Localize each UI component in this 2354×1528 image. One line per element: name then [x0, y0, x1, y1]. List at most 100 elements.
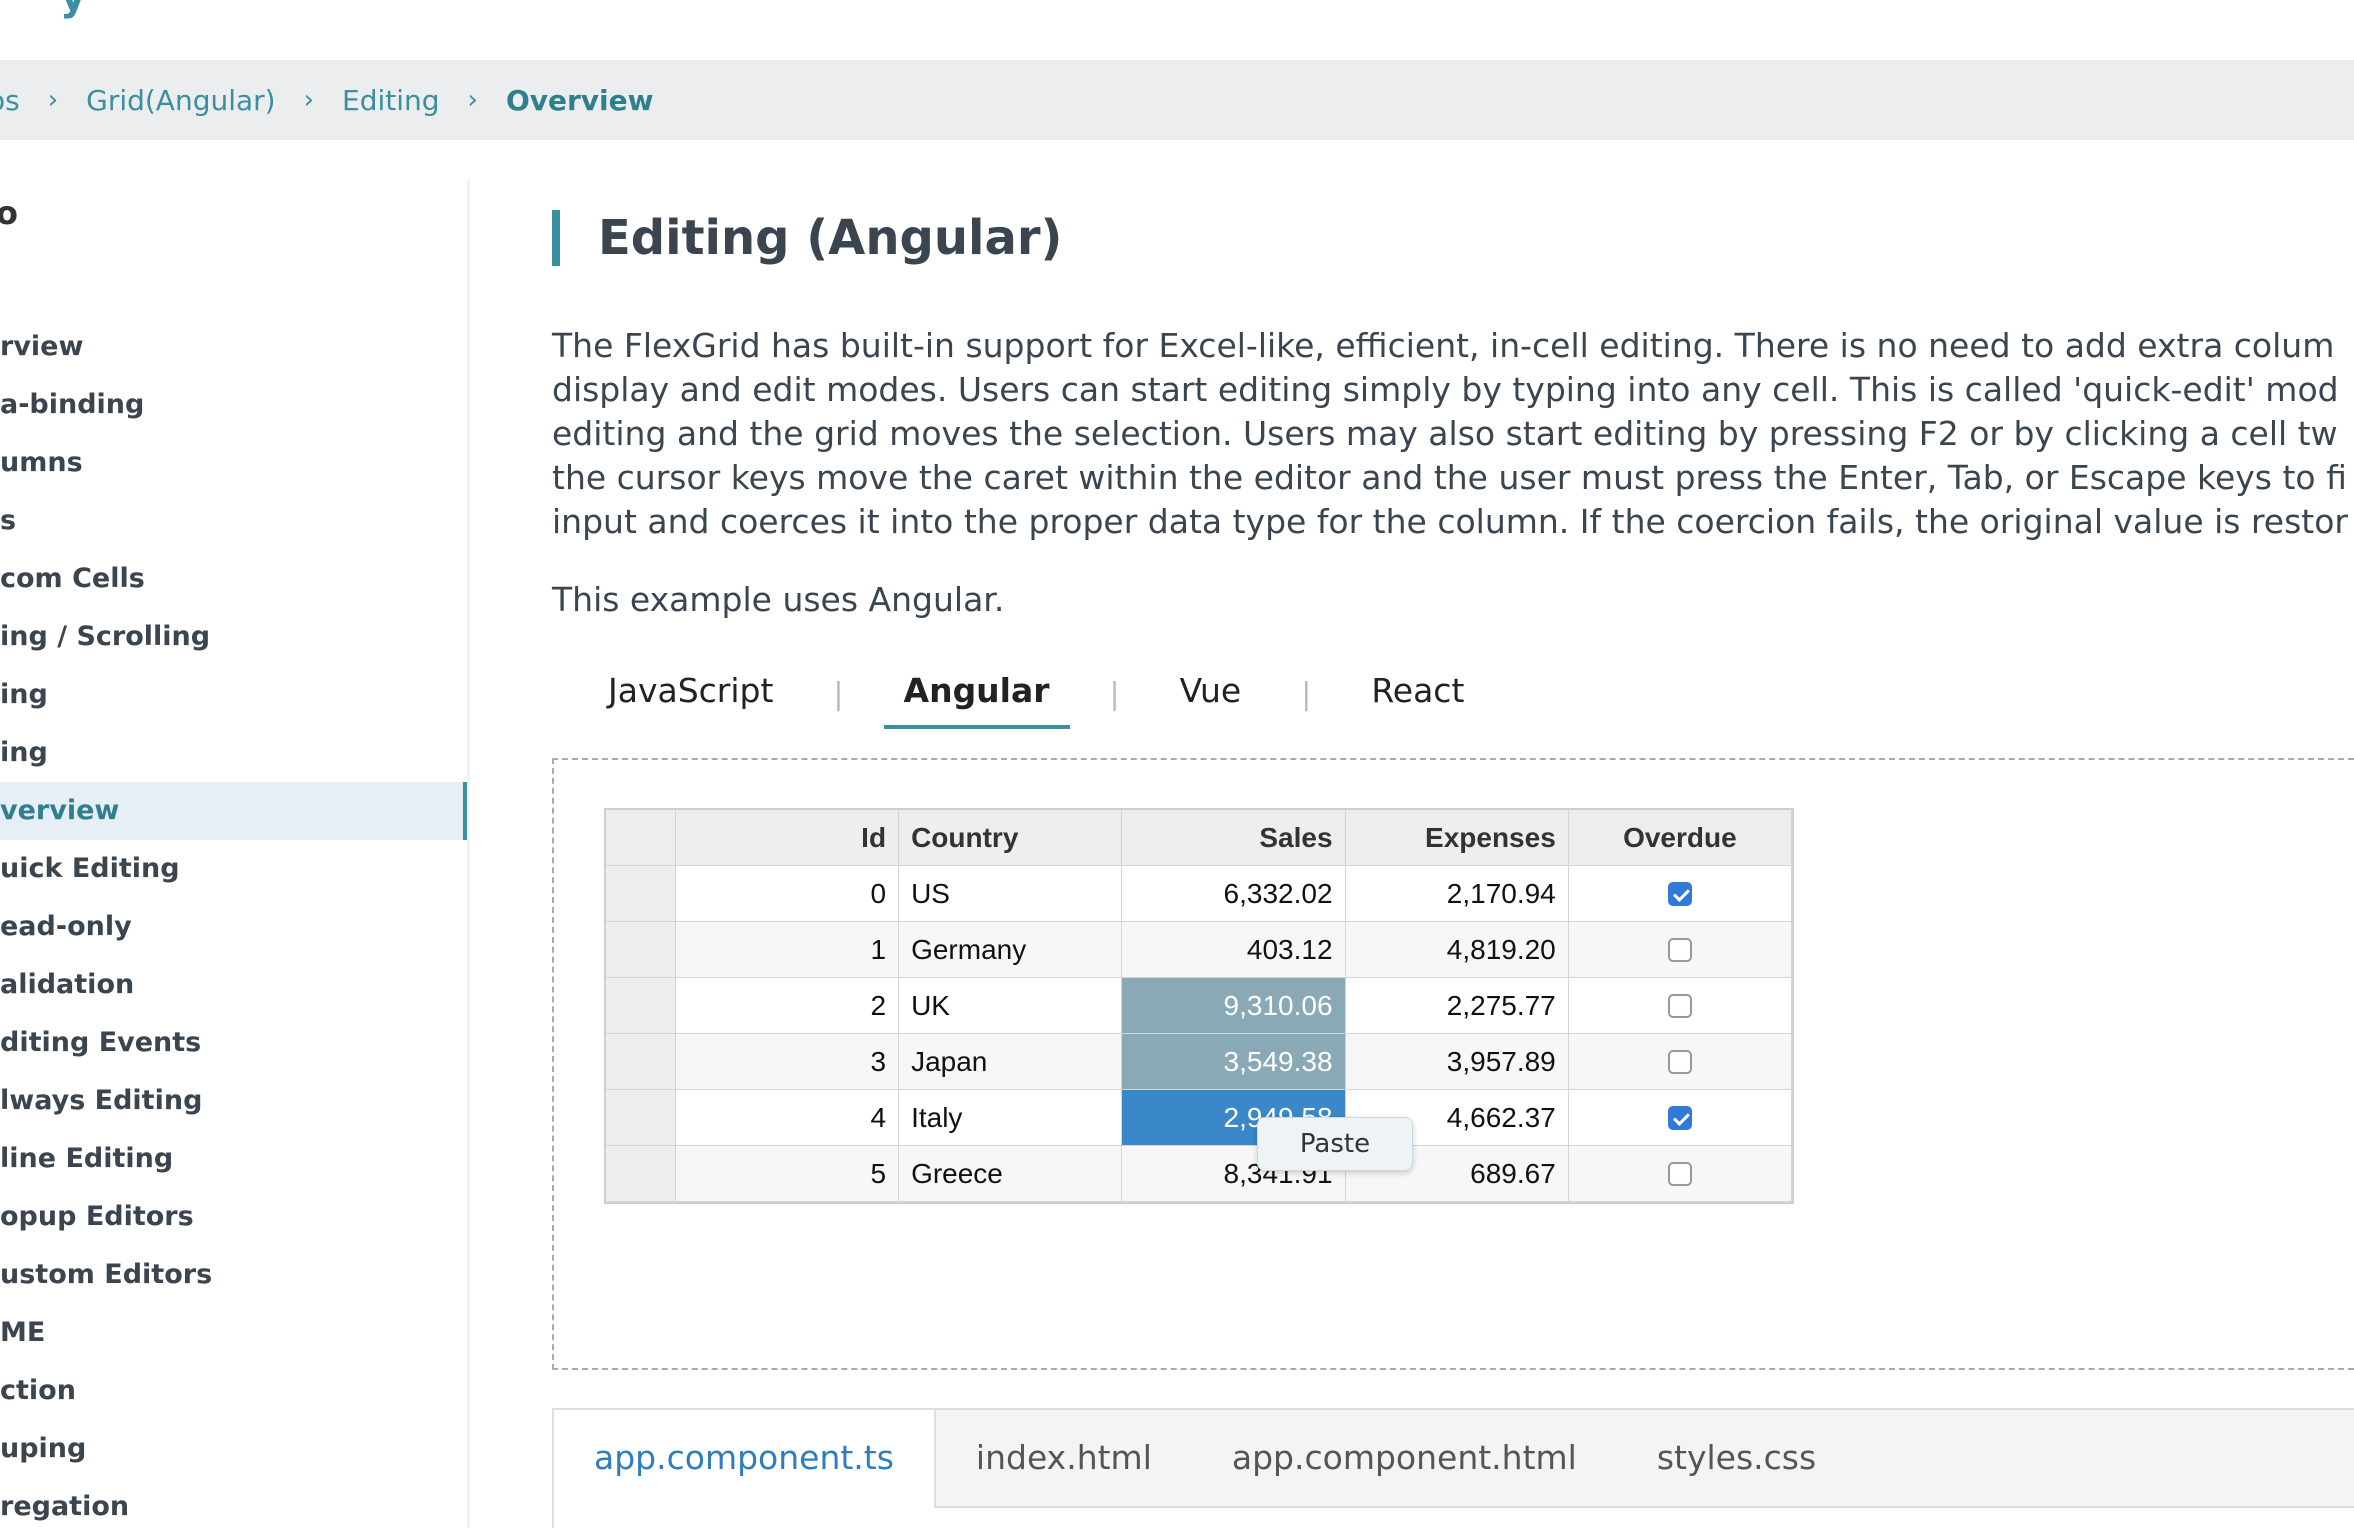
- cell-id[interactable]: 2: [675, 978, 900, 1034]
- breadcrumb-item-overview: Overview: [505, 83, 654, 117]
- overdue-checkbox[interactable]: [1667, 937, 1692, 962]
- sidebar-item[interactable]: a-binding: [0, 376, 467, 434]
- sidebar-item[interactable]: alidation: [0, 956, 467, 1014]
- row-header-cell[interactable]: [606, 1090, 676, 1146]
- column-header-overdue[interactable]: Overdue: [1568, 810, 1792, 866]
- intro-line: the cursor keys move the caret within th…: [552, 458, 2347, 497]
- cell-id[interactable]: 4: [675, 1090, 900, 1146]
- grid-row: 1 Germany 403.12 4,819.20: [606, 922, 1792, 978]
- overdue-checkbox[interactable]: [1667, 1161, 1692, 1186]
- sidebar-item[interactable]: regation: [0, 1478, 467, 1528]
- tab-react[interactable]: React: [1351, 659, 1484, 729]
- cell-sales[interactable]: 403.12: [1122, 922, 1346, 978]
- cell-id[interactable]: 0: [675, 866, 900, 922]
- cell-expenses[interactable]: 2,170.94: [1345, 866, 1569, 922]
- sidebar-item[interactable]: ction: [0, 1362, 467, 1420]
- cell-country[interactable]: Japan: [899, 1034, 1123, 1090]
- sidebar-item[interactable]: umns: [0, 434, 467, 492]
- overdue-checkbox[interactable]: [1667, 881, 1692, 906]
- cell-overdue[interactable]: [1568, 866, 1792, 922]
- cell-expenses[interactable]: 2,275.77: [1345, 978, 1569, 1034]
- context-menu-paste[interactable]: Paste: [1257, 1117, 1413, 1171]
- tab-index-html[interactable]: index.html: [936, 1410, 1192, 1508]
- cell-country[interactable]: US: [899, 866, 1123, 922]
- cell-overdue[interactable]: [1568, 1146, 1792, 1202]
- intro-line: display and edit modes. Users can start …: [552, 370, 2339, 409]
- cell-expenses[interactable]: 4,819.20: [1345, 922, 1569, 978]
- sidebar-item[interactable]: ing / Scrolling: [0, 608, 467, 666]
- row-header-cell[interactable]: [606, 866, 676, 922]
- sidebar-item-label: ing / Scrolling: [0, 621, 211, 652]
- tab-divider: |: [833, 676, 844, 712]
- sidebar-item-label: umns: [0, 447, 83, 478]
- cell-id[interactable]: 5: [675, 1146, 900, 1202]
- column-header-id[interactable]: Id: [675, 810, 900, 866]
- overdue-checkbox[interactable]: [1667, 993, 1692, 1018]
- breadcrumb-item-demos[interactable]: os: [0, 84, 20, 117]
- flexgrid[interactable]: Id Country Sales Expenses Overdue 0 US 6,3…: [604, 808, 1794, 1204]
- cell-sales[interactable]: 3,549.38: [1122, 1034, 1346, 1090]
- tab-divider: |: [1109, 676, 1120, 712]
- cell-id[interactable]: 1: [675, 922, 900, 978]
- tab-app-component-html[interactable]: app.component.html: [1192, 1410, 1617, 1508]
- sidebar-item[interactable]: lways Editing: [0, 1072, 467, 1130]
- cell-country[interactable]: UK: [899, 978, 1123, 1034]
- cell-country[interactable]: Italy: [899, 1090, 1123, 1146]
- intro-line: editing and the grid moves the selection…: [552, 414, 2338, 453]
- cell-expenses[interactable]: 3,957.89: [1345, 1034, 1569, 1090]
- grid-top-left-cell[interactable]: [606, 810, 676, 866]
- column-header-sales[interactable]: Sales: [1122, 810, 1346, 866]
- column-header-expenses[interactable]: Expenses: [1345, 810, 1569, 866]
- breadcrumb-item-grid-angular[interactable]: Grid(Angular): [86, 84, 275, 117]
- code-file-tabs: app.component.ts index.html app.componen…: [552, 1408, 2354, 1508]
- cell-overdue[interactable]: [1568, 1090, 1792, 1146]
- tab-angular[interactable]: Angular: [883, 659, 1070, 729]
- tab-javascript[interactable]: JavaScript: [588, 659, 793, 729]
- sidebar-item[interactable]: com Cells: [0, 550, 467, 608]
- sidebar-item[interactable]: rview: [0, 318, 467, 376]
- sidebar-item[interactable]: ustom Editors: [0, 1246, 467, 1304]
- sidebar-item[interactable]: s: [0, 492, 467, 550]
- row-header-cell[interactable]: [606, 922, 676, 978]
- sidebar-item[interactable]: ME: [0, 1304, 467, 1362]
- framework-tabs: JavaScript | Angular | Vue | React: [588, 656, 1484, 732]
- row-header-cell[interactable]: [606, 1034, 676, 1090]
- sidebar-item-label: ction: [0, 1375, 76, 1406]
- cell-country[interactable]: Greece: [899, 1146, 1123, 1202]
- tab-styles-css[interactable]: styles.css: [1617, 1410, 1856, 1508]
- sidebar-item[interactable]: diting Events: [0, 1014, 467, 1072]
- sidebar-item-label: diting Events: [0, 1027, 202, 1058]
- tab-app-component-ts[interactable]: app.component.ts: [554, 1410, 936, 1508]
- grid-row: 3 Japan 3,549.38 3,957.89: [606, 1034, 1792, 1090]
- cell-overdue[interactable]: [1568, 922, 1792, 978]
- sidebar-item[interactable]: line Editing: [0, 1130, 467, 1188]
- sidebar-item[interactable]: ing: [0, 724, 467, 782]
- sidebar-item-label: ME: [0, 1317, 46, 1348]
- sidebar-item[interactable]: uping: [0, 1420, 467, 1478]
- sidebar-item[interactable]: uick Editing: [0, 840, 467, 898]
- tab-vue[interactable]: Vue: [1160, 659, 1262, 729]
- cell-country[interactable]: Germany: [899, 922, 1123, 978]
- sidebar-section-title: o: [0, 194, 18, 232]
- sidebar-item-label: s: [0, 505, 17, 536]
- breadcrumb-item-editing[interactable]: Editing: [342, 84, 440, 117]
- cell-id[interactable]: 3: [675, 1034, 900, 1090]
- cell-overdue[interactable]: [1568, 978, 1792, 1034]
- sidebar-item[interactable]: ead-only: [0, 898, 467, 956]
- sidebar-item[interactable]: verview: [0, 782, 467, 840]
- row-header-cell[interactable]: [606, 978, 676, 1034]
- sidebar-nav-list: rview a-binding umns s com Cells ing / Scroll…: [0, 318, 467, 1528]
- column-header-country[interactable]: Country: [899, 810, 1123, 866]
- sidebar-item[interactable]: ing: [0, 666, 467, 724]
- sidebar-item[interactable]: opup Editors: [0, 1188, 467, 1246]
- row-header-cell[interactable]: [606, 1146, 676, 1202]
- cell-overdue[interactable]: [1568, 1034, 1792, 1090]
- cell-sales[interactable]: 6,332.02: [1122, 866, 1346, 922]
- framework-note: This example uses Angular.: [552, 580, 1005, 619]
- cell-sales[interactable]: 9,310.06: [1122, 978, 1346, 1034]
- grid-row: 4Italy2,949.584,662.37: [606, 1090, 1792, 1146]
- overdue-checkbox[interactable]: [1667, 1049, 1692, 1074]
- overdue-checkbox[interactable]: [1667, 1105, 1692, 1130]
- grid-row: 5 Greece 8,341.91 689.67: [606, 1146, 1792, 1202]
- chevron-right-icon: ›: [467, 85, 478, 115]
